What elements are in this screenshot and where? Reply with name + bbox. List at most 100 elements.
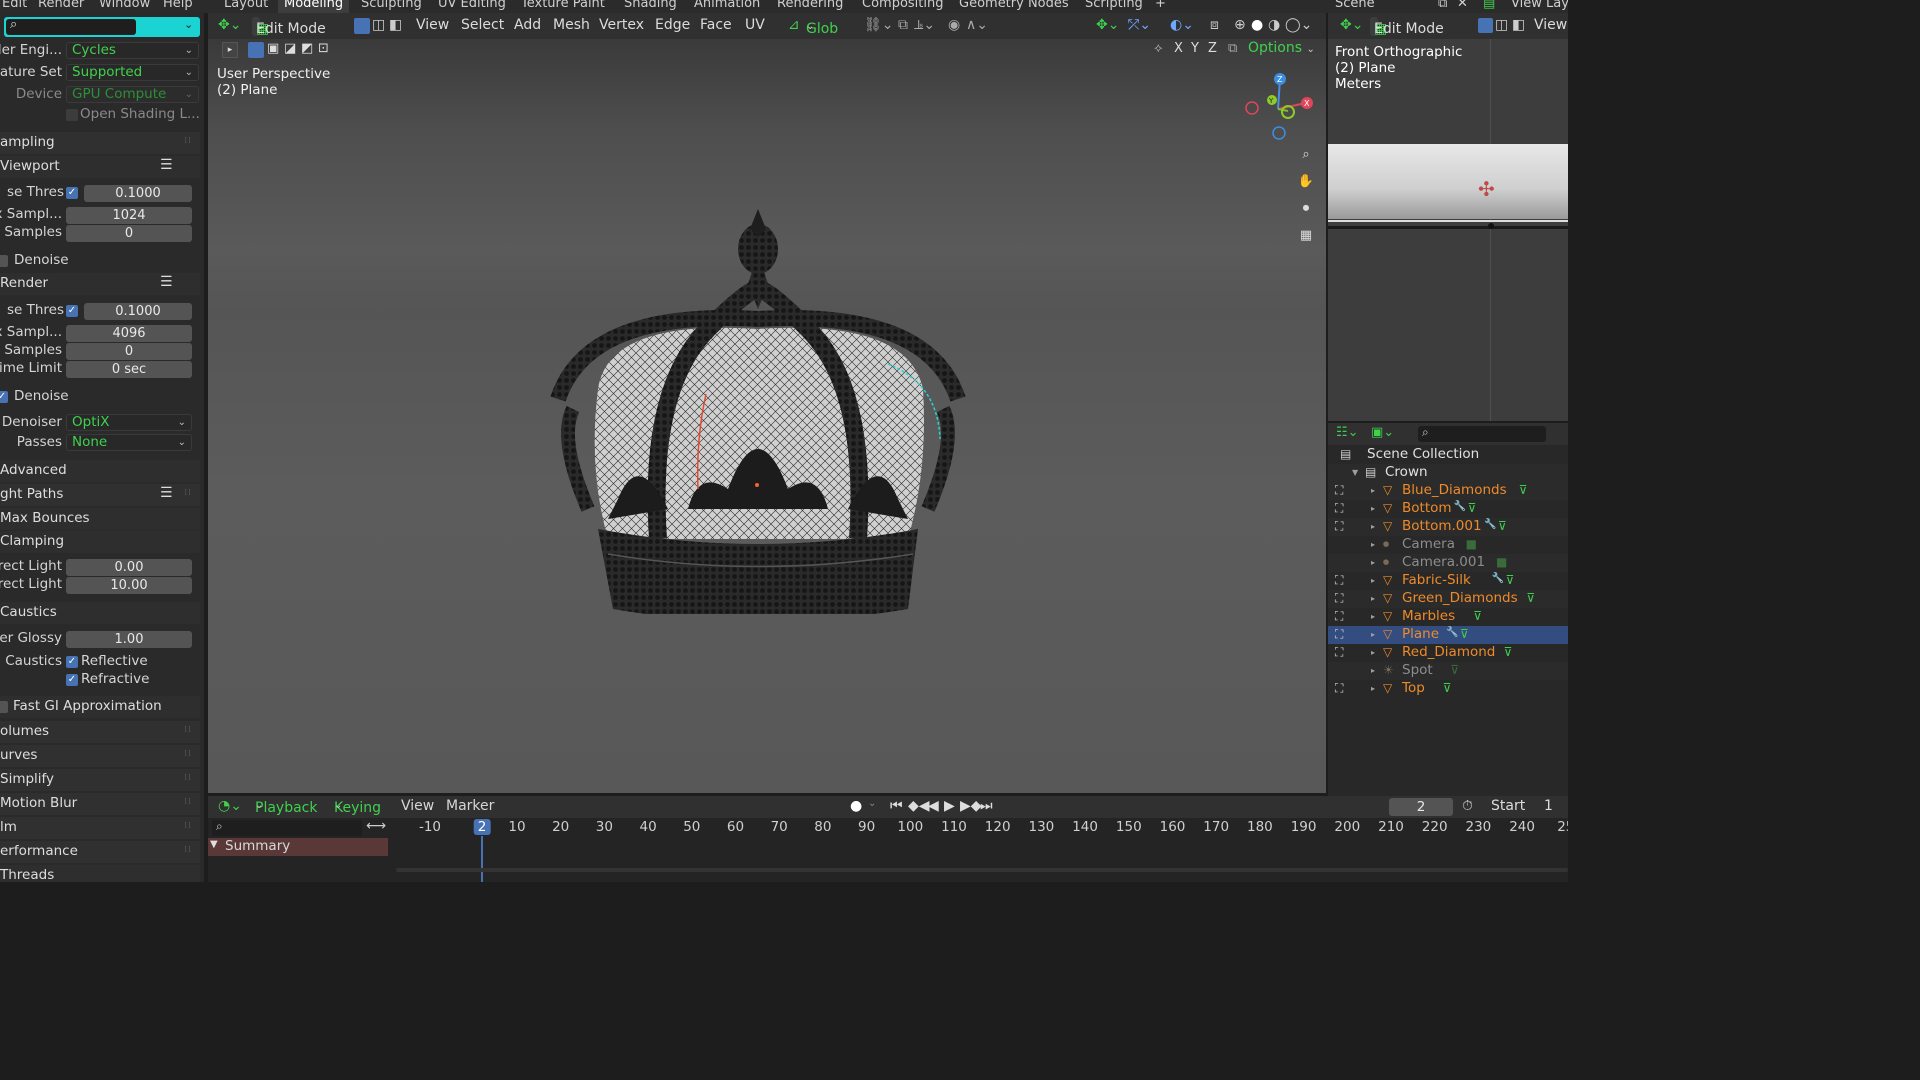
render-max-samples-field[interactable]: 4096 — [66, 325, 192, 342]
max-bounces-subsection-header[interactable]: Max Bounces — [0, 508, 200, 530]
right-mode-dropdown[interactable]: ▦ Edit Mode ⌄ — [1370, 17, 1444, 37]
open-shading-checkbox[interactable] — [66, 109, 78, 121]
mesh-data-icon[interactable]: ⊽ — [1519, 483, 1528, 497]
outliner-item-name[interactable]: Marbles — [1402, 608, 1455, 624]
fast-gi-subsection-header[interactable]: Fast GI Approximation — [0, 696, 200, 718]
mirror-icon[interactable]: ⟡ — [1154, 41, 1163, 56]
mode-dropdown[interactable]: ▦ Edit Mode ⌄ — [252, 17, 326, 37]
vertex-select-icon[interactable] — [354, 18, 370, 34]
device-dropdown[interactable]: GPU Compute ⌄ — [66, 86, 199, 103]
expand-triangle-icon[interactable]: ▼ — [210, 839, 218, 850]
caustics-refractive-checkbox[interactable]: ✓ — [66, 674, 78, 686]
add-workspace-button[interactable]: + — [1155, 0, 1166, 11]
outliner-row[interactable]: ⛶ ▸ ▽ Bottom.001 🔧 ⊽ — [1328, 518, 1568, 536]
menu-help[interactable]: Help — [163, 0, 193, 11]
outliner-row[interactable]: ▸ ⏺ Camera ■ — [1328, 536, 1568, 554]
gizmo-visibility-icon[interactable]: ✥⌄ — [1096, 17, 1119, 33]
film-section-header[interactable]: lm ⁞⁞ — [0, 817, 200, 839]
menu-add[interactable]: Add — [514, 17, 541, 33]
expand-triangle-icon[interactable]: ▸ — [1371, 684, 1379, 693]
overlays-icon[interactable]: ◐⌄ — [1170, 17, 1194, 33]
wrench-modifier-icon[interactable]: 🔧 — [1446, 627, 1458, 638]
playhead-line[interactable] — [481, 836, 483, 882]
viewport-subsection-header[interactable]: Viewport ☰ — [0, 156, 200, 178]
pan-hand-icon[interactable]: ✋ — [1295, 171, 1317, 193]
render-engine-dropdown[interactable]: Cycles ⌄ — [66, 42, 199, 59]
filter-glossy-field[interactable]: 1.00 — [66, 631, 192, 648]
mesh-data-icon[interactable]: ⊽ — [1504, 645, 1513, 659]
ortho-grid-icon[interactable]: ▦ — [1295, 225, 1317, 247]
timeline-view-menu[interactable]: View — [401, 798, 434, 814]
mirror-axis-x[interactable]: X — [1174, 41, 1183, 56]
render-time-limit-field[interactable]: 0 sec — [66, 361, 192, 378]
solid-shading-icon[interactable]: ● — [1251, 17, 1263, 33]
workspace-tab-texture-paint[interactable]: Texture Paint — [521, 0, 605, 11]
drag-grip-icon[interactable]: ⁞⁞ — [184, 725, 192, 735]
properties-search-input[interactable] — [6, 19, 136, 35]
clock-icon[interactable]: ⏱ — [1462, 798, 1473, 814]
presets-list-icon[interactable]: ☰ — [160, 274, 173, 290]
prev-keyframe-icon[interactable]: ◆◀ — [908, 798, 930, 814]
editor-type-icon[interactable]: ✥⌄ — [218, 17, 241, 33]
restriction-toggle-icon[interactable]: ⛶ — [1335, 573, 1343, 588]
material-shading-icon[interactable]: ◑ — [1268, 17, 1280, 33]
expand-triangle-icon[interactable]: ▸ — [1371, 522, 1379, 531]
advanced-subsection-header[interactable]: Advanced — [0, 460, 200, 482]
select-box-icon[interactable] — [248, 42, 264, 58]
mirror-axis-y[interactable]: Y — [1191, 41, 1199, 56]
3d-cursor-icon[interactable]: ✣ — [1478, 177, 1495, 201]
falloff-icon[interactable]: ∧⌄ — [966, 17, 988, 33]
drag-grip-icon[interactable]: ⁞⁞ — [184, 797, 192, 807]
camera-data-icon[interactable]: ■ — [1466, 537, 1477, 551]
outliner-row[interactable]: ⛶ ▸ ▽ Bottom 🔧 ⊽ — [1328, 500, 1568, 518]
workspace-tab-scripting[interactable]: Scripting — [1085, 0, 1143, 11]
transform-gizmo-icon[interactable]: ⤱⌄ — [1128, 17, 1151, 33]
restriction-toggle-icon[interactable]: ⛶ — [1335, 591, 1343, 606]
auto-merge-icon[interactable]: ⧉ — [1228, 41, 1237, 56]
expand-triangle-icon[interactable]: ▸ — [1371, 630, 1379, 639]
outliner-item-name[interactable]: Top — [1402, 680, 1425, 696]
menu-edge[interactable]: Edge — [655, 17, 690, 33]
close-icon[interactable]: ✕ — [1457, 0, 1468, 11]
menu-vertex[interactable]: Vertex — [599, 17, 644, 33]
expand-triangle-icon[interactable]: ▸ — [1371, 576, 1379, 585]
wrench-modifier-icon[interactable]: 🔧 — [1454, 501, 1466, 512]
outliner-row[interactable]: ▸ ☀ Spot ⊽ — [1328, 662, 1568, 680]
mesh-data-icon[interactable]: ⊽ — [1443, 681, 1452, 695]
gizmo-neg-z-axis[interactable] — [1272, 126, 1286, 140]
wrench-modifier-icon[interactable]: 🔧 — [1492, 573, 1504, 584]
outliner-row[interactable]: ⛶ ▸ ▽ Top ⊽ — [1328, 680, 1568, 698]
restriction-toggle-icon[interactable]: ⛶ — [1335, 645, 1343, 660]
timeline-scrollbar[interactable] — [396, 868, 1568, 872]
start-frame-value[interactable]: 1 — [1544, 798, 1553, 814]
outliner-row[interactable]: ⛶ ▸ ▽ Green_Diamonds ⊽ — [1328, 590, 1568, 608]
timeline-area[interactable]: ⌕ ⟷ ▼ Summary -10 10 20 30 40 50 60 70 80 90 100 11… — [208, 818, 1568, 882]
drag-grip-icon[interactable]: ⁞⁞ — [184, 749, 192, 759]
viewport-min-samples-field[interactable]: 0 — [66, 225, 192, 242]
xray-toggle-icon[interactable]: ⧈ — [1210, 17, 1219, 33]
display-mode-icon[interactable]: ▣⌄ — [1371, 425, 1394, 440]
caustics-subsection-header[interactable]: Caustics — [0, 602, 200, 624]
outliner-item-name[interactable]: Green_Diamonds — [1402, 590, 1518, 606]
jump-start-icon[interactable]: ⏮ — [890, 798, 903, 814]
sampling-section-header[interactable]: ampling ⁞⁞ — [0, 132, 200, 154]
select-extend-icon[interactable]: ▣ — [267, 41, 279, 56]
gizmo-neg-x-axis[interactable] — [1245, 101, 1259, 115]
restriction-toggle-icon[interactable]: ⛶ — [1335, 483, 1343, 498]
play-reverse-icon[interactable]: ◀ — [928, 798, 939, 814]
view-layer-name[interactable]: View Lay — [1511, 0, 1568, 11]
next-keyframe-icon[interactable]: ▶◆ — [960, 798, 982, 814]
outliner-item-name[interactable]: Camera.001 — [1402, 554, 1485, 570]
playhead-frame-label[interactable]: 2 — [473, 819, 491, 835]
edge-select-icon[interactable]: ◫ — [372, 17, 385, 33]
passes-dropdown[interactable]: None ⌄ — [66, 434, 192, 451]
outliner-row[interactable]: ⛶ ▸ ▽ Fabric-Silk 🔧 ⊽ — [1328, 572, 1568, 590]
workspace-tab-animation[interactable]: Animation — [694, 0, 760, 11]
outliner-item-name[interactable]: Red_Diamond — [1402, 644, 1495, 660]
edge-select-icon[interactable]: ◫ — [1495, 17, 1508, 33]
record-icon[interactable]: ● — [850, 798, 862, 814]
workspace-tab-rendering[interactable]: Rendering — [777, 0, 843, 11]
select-invert-icon[interactable]: ◩ — [301, 41, 313, 56]
chevron-down-icon[interactable]: ⌄ — [868, 798, 876, 809]
mesh-data-icon[interactable]: ⊽ — [1460, 627, 1469, 641]
